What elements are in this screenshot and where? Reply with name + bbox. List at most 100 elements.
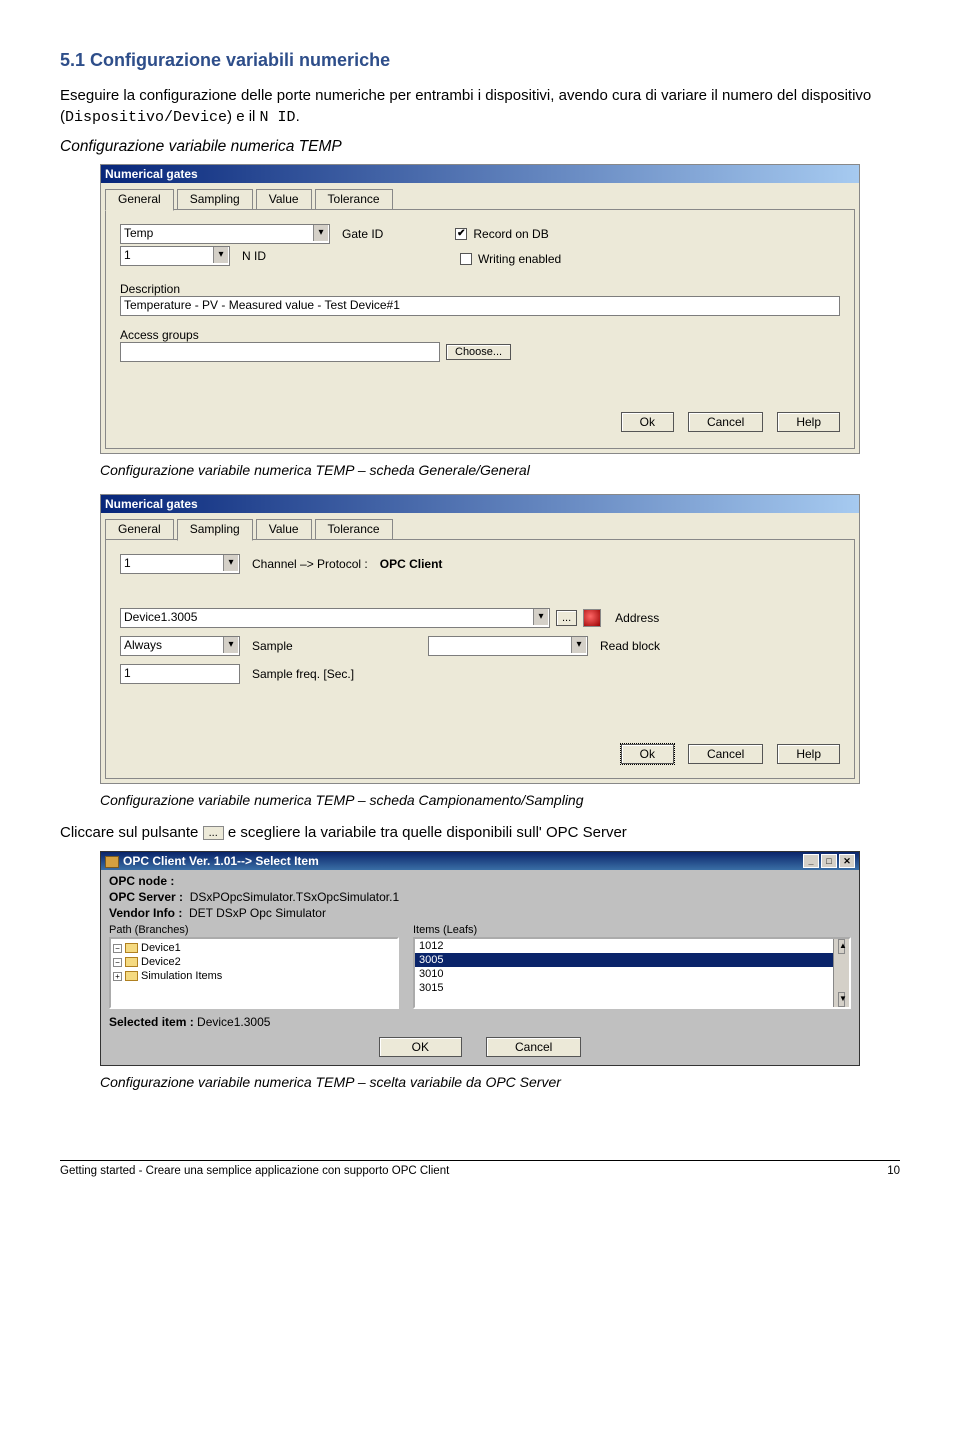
sample-label: Sample xyxy=(252,639,422,653)
config-temp-subhead: Configurazione variabile numerica TEMP xyxy=(60,138,900,156)
expand-icon[interactable]: − xyxy=(113,944,122,953)
choose-button[interactable]: Choose... xyxy=(446,344,511,360)
ok-button[interactable]: Ok xyxy=(621,412,674,432)
scroll-down-icon[interactable]: ▼ xyxy=(838,992,845,1007)
minimize-icon[interactable]: _ xyxy=(803,854,819,868)
sample-freq-input[interactable]: 1 xyxy=(120,664,240,684)
leaf-item[interactable]: 3015 xyxy=(415,981,849,995)
record-db-label: Record on DB xyxy=(473,227,548,241)
path-label: Path (Branches) xyxy=(109,924,399,936)
ok-button[interactable]: OK xyxy=(379,1037,462,1057)
leaf-list[interactable]: 1012 3005 3010 3015 ▲ ▼ xyxy=(413,937,851,1009)
folder-icon xyxy=(125,943,138,953)
channel-dropdown[interactable]: 1 xyxy=(120,554,240,574)
tree-item-device2[interactable]: − Device2 xyxy=(113,955,395,969)
close-icon[interactable]: ✕ xyxy=(839,854,855,868)
click-b: e scegliere la variabile tra quelle disp… xyxy=(224,824,627,841)
selected-item-value: Device1.3005 xyxy=(197,1015,270,1029)
click-a: Cliccare sul pulsante xyxy=(60,824,203,841)
intro-mono1: Dispositivo/Device xyxy=(65,109,227,126)
address-label: Address xyxy=(615,611,659,625)
browse-inline-button: ... xyxy=(203,826,224,840)
tab-general[interactable]: General xyxy=(105,189,174,211)
numerical-gates-dialog-general: Numerical gates General Sampling Value T… xyxy=(100,164,860,454)
opc-server-value: DSxPOpcSimulator.TSxOpcSimulator.1 xyxy=(190,890,399,904)
page-footer: Getting started - Creare una semplice ap… xyxy=(60,1160,900,1177)
maximize-icon[interactable]: □ xyxy=(821,854,837,868)
readblock-label: Read block xyxy=(600,639,660,653)
tab-value[interactable]: Value xyxy=(256,189,312,210)
scroll-up-icon[interactable]: ▲ xyxy=(838,939,845,954)
intro-mono2: N ID xyxy=(260,109,296,126)
tab-strip: General Sampling Value Tolerance xyxy=(105,519,855,540)
opc-server-label: OPC Server : xyxy=(109,890,183,904)
leaf-item[interactable]: 3010 xyxy=(415,967,849,981)
dialog-titlebar: Numerical gates xyxy=(101,495,859,513)
address-dropdown[interactable]: Device1.3005 xyxy=(120,608,550,628)
writing-enabled-checkbox[interactable] xyxy=(460,253,472,265)
readblock-dropdown[interactable] xyxy=(428,636,588,656)
tab-sampling[interactable]: Sampling xyxy=(177,519,253,541)
gate-id-dropdown[interactable]: Temp xyxy=(120,224,330,244)
help-button[interactable]: Help xyxy=(777,744,840,764)
sample-dropdown[interactable]: Always xyxy=(120,636,240,656)
access-groups-input[interactable] xyxy=(120,342,440,362)
tab-general[interactable]: General xyxy=(105,519,174,540)
access-groups-label: Access groups xyxy=(120,328,840,342)
selected-item-label: Selected item : xyxy=(109,1015,194,1029)
tree-item-simulation[interactable]: + Simulation Items xyxy=(113,969,395,983)
nid-dropdown[interactable]: 1 xyxy=(120,246,230,266)
opc-node-label: OPC node : xyxy=(109,874,174,888)
help-button[interactable]: Help xyxy=(777,412,840,432)
caption-sampling: Configurazione variabile numerica TEMP –… xyxy=(100,792,900,808)
leaf-item-selected[interactable]: 3005 xyxy=(415,953,849,967)
nid-label: N ID xyxy=(242,249,266,263)
tree-label: Device1 xyxy=(141,942,181,954)
tree-label: Simulation Items xyxy=(141,970,222,982)
folder-icon xyxy=(125,971,138,981)
click-instruction: Cliccare sul pulsante ... e scegliere la… xyxy=(60,824,900,841)
tab-sampling[interactable]: Sampling xyxy=(177,189,253,210)
items-label: Items (Leafs) xyxy=(413,924,851,936)
cancel-button[interactable]: Cancel xyxy=(486,1037,581,1057)
tab-strip: General Sampling Value Tolerance xyxy=(105,189,855,210)
tree-label: Device2 xyxy=(141,956,181,968)
ok-button[interactable]: Ok xyxy=(621,744,674,764)
expand-icon[interactable]: − xyxy=(113,958,122,967)
folder-icon xyxy=(125,957,138,967)
tab-tolerance[interactable]: Tolerance xyxy=(315,189,393,210)
channel-protocol-label: Channel –> Protocol : xyxy=(252,557,368,571)
protocol-value: OPC Client xyxy=(380,557,443,571)
footer-page-number: 10 xyxy=(887,1165,900,1177)
opc-window-icon xyxy=(105,856,119,868)
numerical-gates-dialog-sampling: Numerical gates General Sampling Value T… xyxy=(100,494,860,784)
intro-b: ) e il xyxy=(227,108,260,125)
gate-id-label: Gate ID xyxy=(342,227,383,241)
leaf-item[interactable]: 1012 xyxy=(415,939,849,953)
opc-select-item-window: OPC Client Ver. 1.01--> Select Item _ □ … xyxy=(100,851,860,1066)
section-title: 5.1 Configurazione variabili numeriche xyxy=(60,50,900,71)
caption-general: Configurazione variabile numerica TEMP –… xyxy=(100,462,900,478)
footer-left: Getting started - Creare una semplice ap… xyxy=(60,1165,449,1177)
tab-value[interactable]: Value xyxy=(256,519,312,540)
intro-c: . xyxy=(296,108,300,125)
record-db-checkbox[interactable]: ✔ xyxy=(455,228,467,240)
tab-tolerance[interactable]: Tolerance xyxy=(315,519,393,540)
expand-icon[interactable]: + xyxy=(113,972,122,981)
opc-titlebar: OPC Client Ver. 1.01--> Select Item _ □ … xyxy=(101,852,859,870)
sample-freq-label: Sample freq. [Sec.] xyxy=(252,667,354,681)
dialog-titlebar: Numerical gates xyxy=(101,165,859,183)
scrollbar[interactable]: ▲ ▼ xyxy=(833,939,849,1007)
caption-opc: Configurazione variabile numerica TEMP –… xyxy=(100,1074,900,1090)
intro-paragraph: Eseguire la configurazione delle porte n… xyxy=(60,85,900,128)
cancel-button[interactable]: Cancel xyxy=(688,412,763,432)
branch-tree[interactable]: − Device1 − Device2 + Simulation Items xyxy=(109,937,399,1009)
browse-icon[interactable] xyxy=(583,609,601,627)
opc-title-text: OPC Client Ver. 1.01--> Select Item xyxy=(123,854,319,868)
writing-enabled-label: Writing enabled xyxy=(478,252,561,266)
browse-button[interactable]: ... xyxy=(556,610,577,626)
description-input[interactable]: Temperature - PV - Measured value - Test… xyxy=(120,296,840,316)
tree-item-device1[interactable]: − Device1 xyxy=(113,941,395,955)
cancel-button[interactable]: Cancel xyxy=(688,744,763,764)
vendor-info-label: Vendor Info : xyxy=(109,906,182,920)
